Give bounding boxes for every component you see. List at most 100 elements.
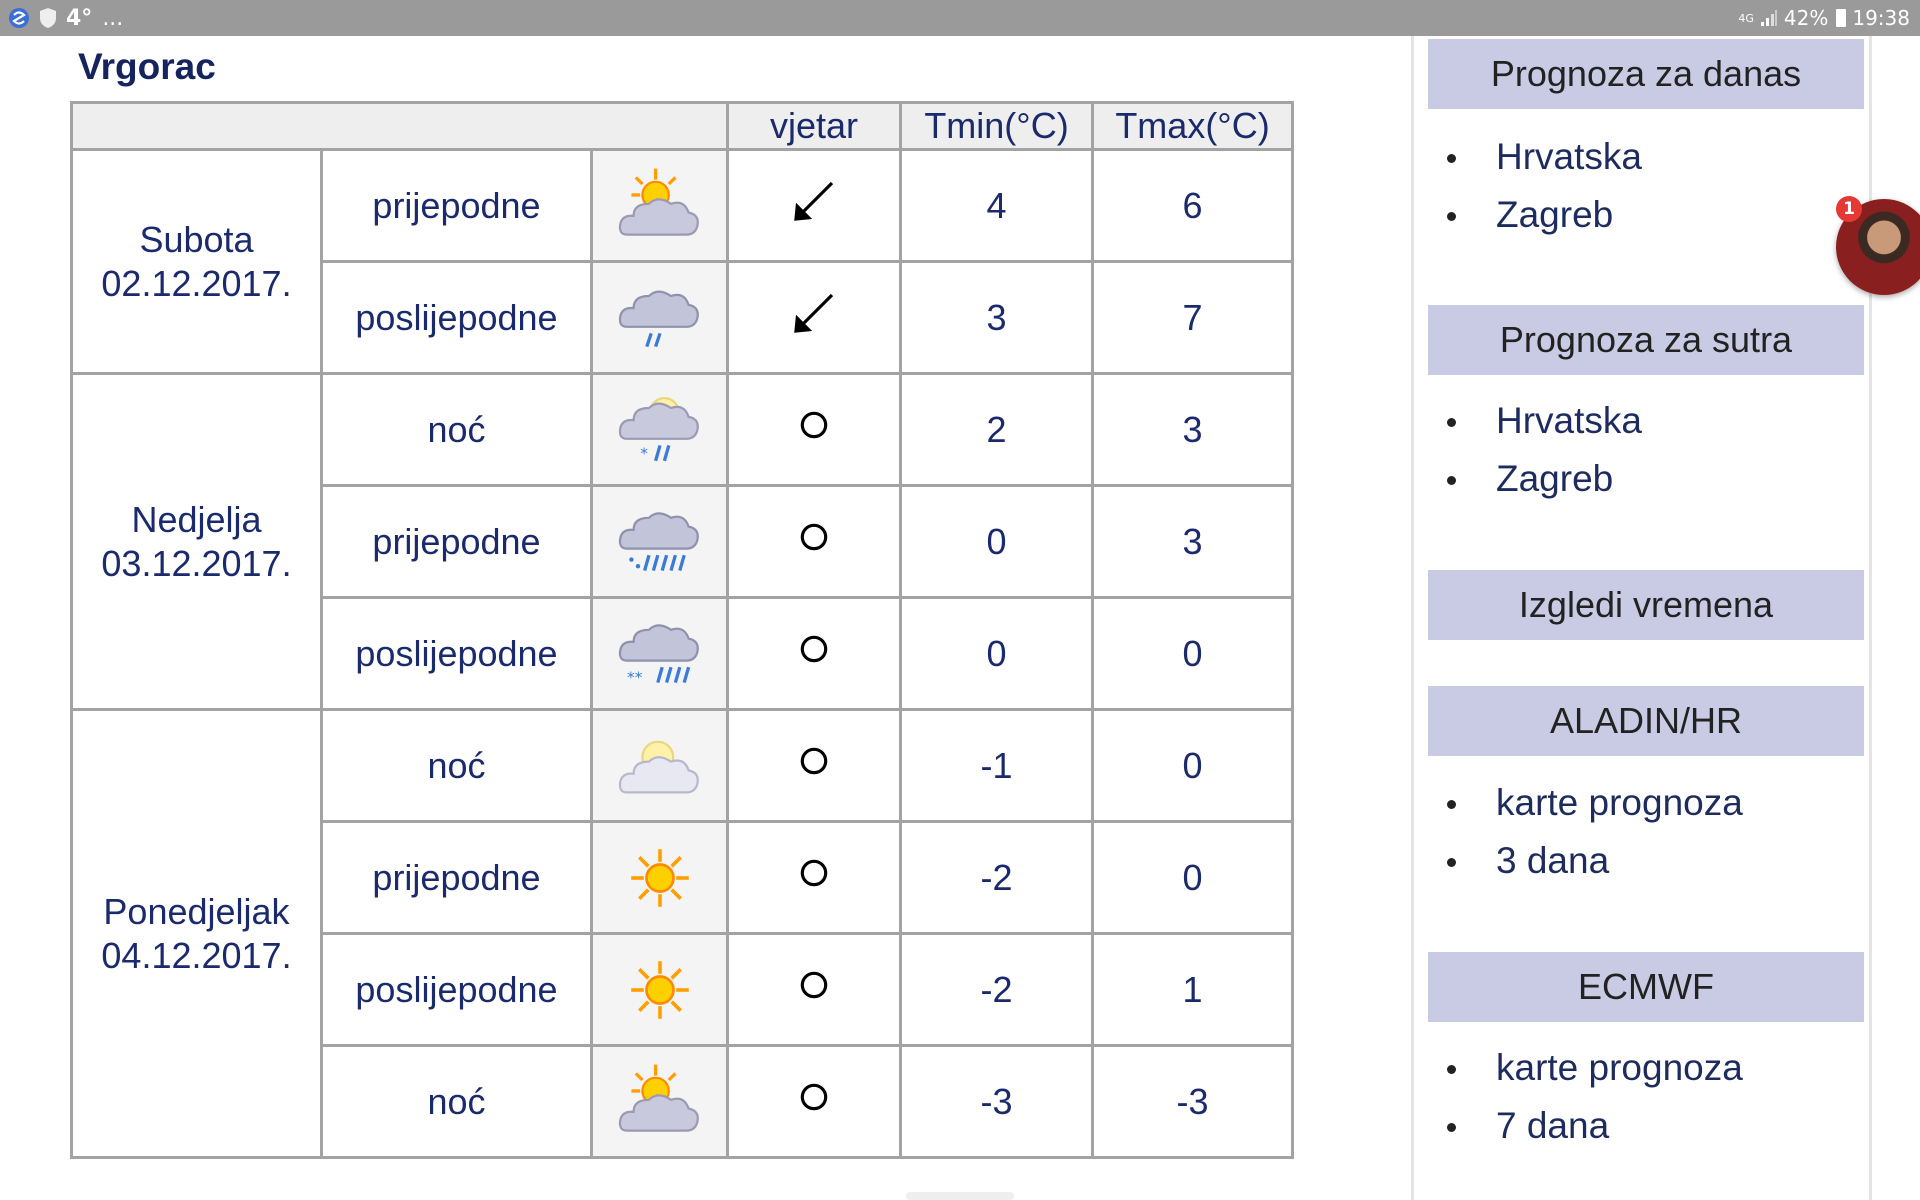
- sidebar-link-7-days[interactable]: 7 dana: [1428, 1097, 1864, 1155]
- table-row: Nedjelja 03.12.2017. noć 2 3: [70, 372, 1294, 711]
- partly-cloudy-icon: [616, 162, 704, 250]
- table-header-row: vjetar Tmin(°C) Tmax(°C): [70, 101, 1294, 151]
- shield-icon: [40, 8, 56, 28]
- period-cell: noć: [320, 708, 593, 823]
- day-date: 02.12.2017.: [101, 262, 292, 304]
- wind-cell: [726, 372, 902, 487]
- day-name: Ponedjeljak: [103, 890, 290, 932]
- wind-cell: [726, 260, 902, 375]
- sidebar-link-maps[interactable]: karte prognoza: [1428, 1039, 1864, 1097]
- sidebar-heading-ecmwf[interactable]: ECMWF: [1428, 952, 1864, 1022]
- table-row: Subota 02.12.2017. prijepodne 4 6: [70, 148, 1294, 375]
- tmin-cell: 0: [899, 596, 1094, 711]
- tmin-cell: 0: [899, 484, 1094, 599]
- weather-icon-cell: [590, 484, 729, 599]
- status-temperature: 4°: [66, 5, 93, 31]
- partly-cloudy-icon: [616, 722, 704, 810]
- day-cell: Nedjelja 03.12.2017.: [70, 372, 323, 711]
- day-date: 03.12.2017.: [101, 542, 292, 584]
- cloud-sleet-icon: [616, 610, 704, 698]
- weather-icon-cell: [590, 932, 729, 1047]
- cloud-rain-icon: [616, 274, 704, 362]
- day-name: Subota: [139, 218, 254, 260]
- partly-cloudy-rain-snow-icon: [616, 386, 704, 474]
- sidebar-list-aladin: karte prognoza 3 dana: [1428, 774, 1864, 890]
- weather-icon-cell: [590, 372, 729, 487]
- status-bar: 4° ... 4G 42% 19:38: [0, 0, 1920, 36]
- period-cell: prijepodne: [320, 484, 593, 599]
- sidebar-link-zagreb[interactable]: Zagreb: [1428, 450, 1864, 508]
- wind-cell: [726, 148, 902, 263]
- table-row: Ponedjeljak 04.12.2017. noć -1 0: [70, 708, 1294, 1159]
- period-cell: noć: [320, 372, 593, 487]
- wind-cell: [726, 932, 902, 1047]
- tmax-cell: 3: [1091, 484, 1294, 599]
- tmin-cell: 2: [899, 372, 1094, 487]
- calm-circle-icon: [796, 855, 832, 891]
- sidebar-link-hrvatska[interactable]: Hrvatska: [1428, 128, 1864, 186]
- wind-cell: [726, 596, 902, 711]
- tmax-cell: 0: [1091, 596, 1294, 711]
- period-cell: poslijepodne: [320, 260, 593, 375]
- partly-cloudy-icon: [616, 1058, 704, 1146]
- network-type: 4G: [1738, 11, 1754, 25]
- sidebar-link-3-days[interactable]: 3 dana: [1428, 832, 1864, 890]
- tmax-cell: 1: [1091, 932, 1294, 1047]
- tmax-cell: 0: [1091, 708, 1294, 823]
- calm-circle-icon: [796, 1079, 832, 1115]
- forecast-table: vjetar Tmin(°C) Tmax(°C) Subota 02.12.20…: [70, 101, 1294, 1159]
- scroll-handle: [906, 1192, 1014, 1200]
- tmax-cell: 6: [1091, 148, 1294, 263]
- sun-icon: [624, 954, 696, 1026]
- browser-app-icon: [9, 8, 29, 28]
- day-cell: Subota 02.12.2017.: [70, 148, 323, 375]
- wind-cell: [726, 820, 902, 935]
- sidebar-list-ecmwf: karte prognoza 7 dana: [1428, 1039, 1864, 1155]
- tmax-cell: 3: [1091, 372, 1294, 487]
- sidebar-heading-tomorrow[interactable]: Prognoza za sutra: [1428, 305, 1864, 375]
- calm-circle-icon: [796, 743, 832, 779]
- weather-icon-cell: [590, 820, 729, 935]
- tmin-cell: -2: [899, 820, 1094, 935]
- sidebar-link-zagreb[interactable]: Zagreb: [1428, 186, 1864, 244]
- sw-arrow-icon: [787, 174, 841, 228]
- period-cell: poslijepodne: [320, 932, 593, 1047]
- wind-cell: [726, 484, 902, 599]
- tmin-cell: -2: [899, 932, 1094, 1047]
- period-cell: prijepodne: [320, 148, 593, 263]
- tmin-cell: -3: [899, 1044, 1094, 1159]
- day-cell: Ponedjeljak 04.12.2017.: [70, 708, 323, 1159]
- tmin-cell: 3: [899, 260, 1094, 375]
- sidebar-link-hrvatska[interactable]: Hrvatska: [1428, 392, 1864, 450]
- calm-circle-icon: [796, 631, 832, 667]
- tmax-cell: -3: [1091, 1044, 1294, 1159]
- cloud-heavy-rain-icon: [616, 498, 704, 586]
- battery-icon: [1836, 9, 1847, 27]
- tmax-cell: 0: [1091, 820, 1294, 935]
- calm-circle-icon: [796, 519, 832, 555]
- period-cell: noć: [320, 1044, 593, 1159]
- wind-cell: [726, 1044, 902, 1159]
- status-time: 19:38: [1852, 6, 1910, 30]
- sidebar-heading-outlook[interactable]: Izgledi vremena: [1428, 570, 1864, 640]
- sidebar-link-maps[interactable]: karte prognoza: [1428, 774, 1864, 832]
- status-overflow: ...: [102, 5, 124, 31]
- header-wind: vjetar: [726, 101, 902, 151]
- sidebar-heading-today[interactable]: Prognoza za danas: [1428, 39, 1864, 109]
- weather-icon-cell: [590, 148, 729, 263]
- wind-cell: [726, 708, 902, 823]
- tmin-cell: 4: [899, 148, 1094, 263]
- sidebar-heading-aladin[interactable]: ALADIN/HR: [1428, 686, 1864, 756]
- sw-arrow-icon: [787, 286, 841, 340]
- sidebar-divider: [1411, 36, 1414, 1200]
- calm-circle-icon: [796, 407, 832, 443]
- sun-icon: [624, 842, 696, 914]
- period-cell: poslijepodne: [320, 596, 593, 711]
- notification-badge: 1: [1836, 196, 1862, 222]
- header-blank: [70, 101, 729, 151]
- day-name: Nedjelja: [131, 498, 262, 540]
- day-date: 04.12.2017.: [101, 934, 292, 976]
- period-cell: prijepodne: [320, 820, 593, 935]
- signal-icon: [1760, 10, 1777, 26]
- page-title: Vrgorac: [78, 46, 216, 87]
